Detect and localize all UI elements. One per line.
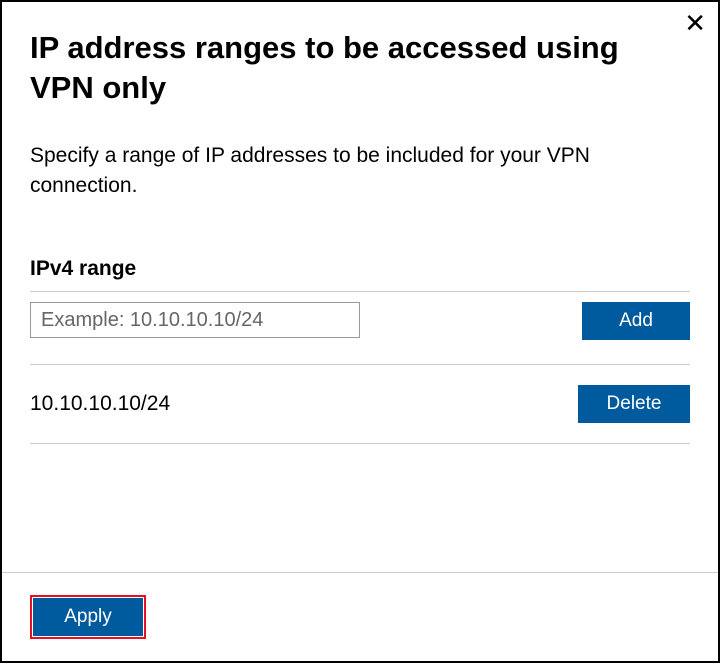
add-range-row: Add — [30, 292, 690, 364]
dialog-footer: Apply — [2, 572, 718, 661]
ipv4-range-label: IPv4 range — [30, 257, 690, 281]
dialog-title: IP address ranges to be accessed using V… — [30, 28, 690, 109]
dialog-description: Specify a range of IP addresses to be in… — [30, 141, 690, 202]
apply-button-highlight: Apply — [30, 595, 146, 639]
apply-button[interactable]: Apply — [33, 598, 143, 636]
ip-range-value: 10.10.10.10/24 — [30, 392, 170, 416]
dialog-content: IP address ranges to be accessed using V… — [2, 2, 718, 572]
divider — [30, 443, 690, 444]
delete-button[interactable]: Delete — [578, 385, 690, 423]
ip-ranges-dialog: ✕ IP address ranges to be accessed using… — [0, 0, 720, 663]
add-button[interactable]: Add — [582, 302, 690, 340]
ip-range-entry: 10.10.10.10/24 Delete — [30, 365, 690, 443]
close-icon[interactable]: ✕ — [684, 10, 706, 36]
ip-range-input[interactable] — [30, 302, 360, 338]
